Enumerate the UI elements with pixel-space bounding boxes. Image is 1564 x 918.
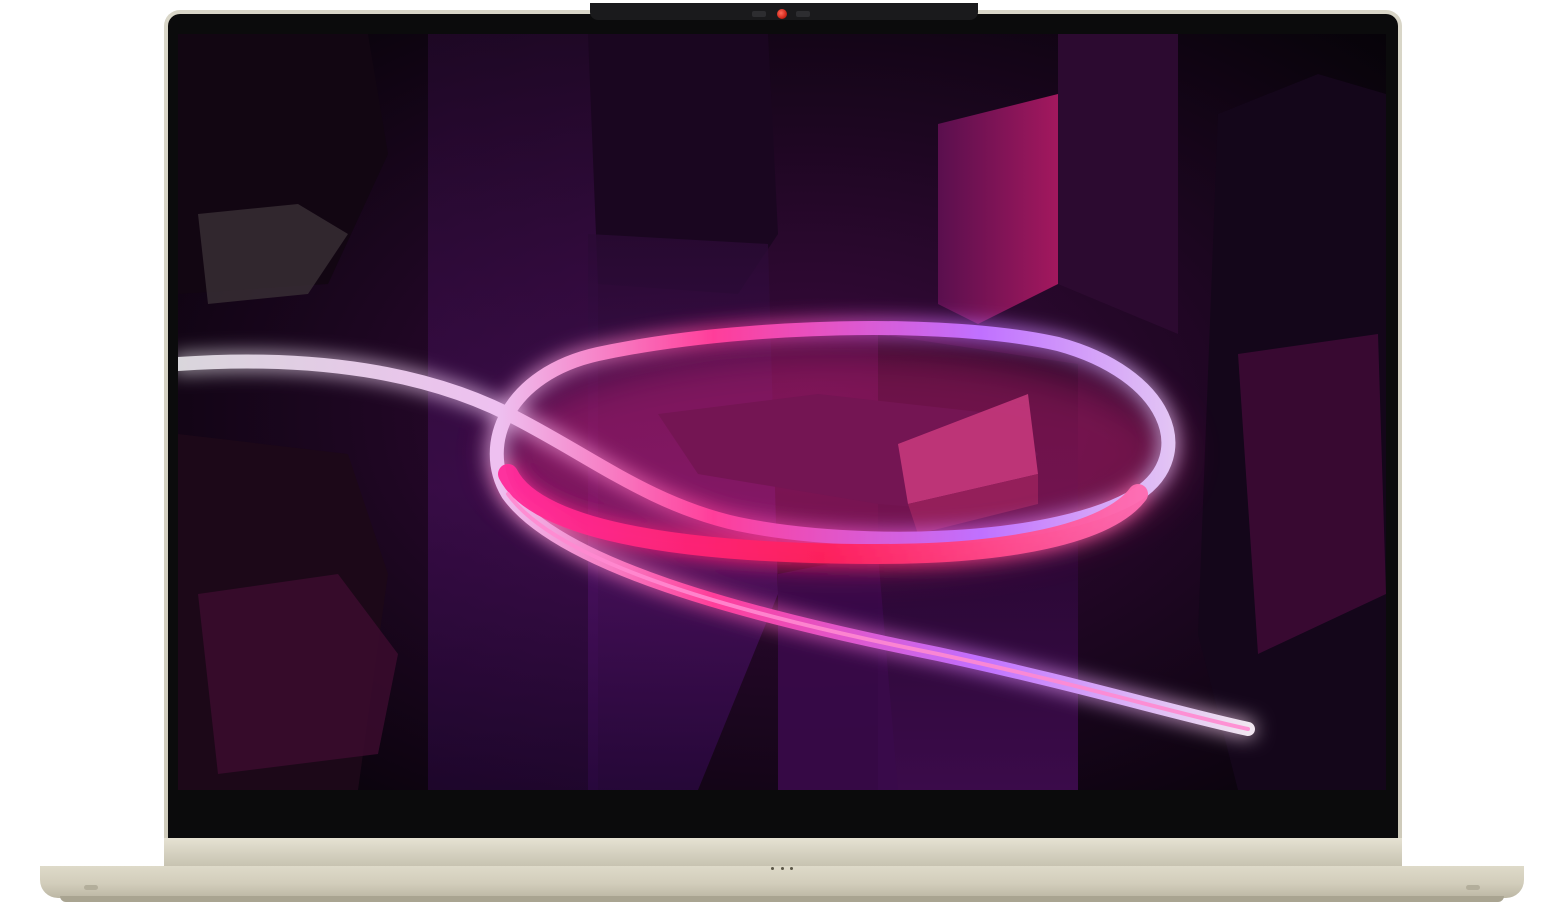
laptop-base-edge: [60, 896, 1504, 902]
mic-dots-icon: [771, 867, 793, 871]
ir-sensor-icon: [752, 11, 766, 17]
webcam-icon: [777, 9, 787, 19]
rubber-foot-right: [1466, 885, 1480, 890]
display-screen: [178, 34, 1386, 790]
rubber-foot-left: [84, 885, 98, 890]
privacy-shutter-icon: [796, 11, 810, 17]
wallpaper-image: [178, 34, 1386, 790]
screen-chin: [168, 790, 1398, 838]
laptop-product-image: [0, 0, 1564, 918]
laptop-hinge: [164, 838, 1402, 866]
